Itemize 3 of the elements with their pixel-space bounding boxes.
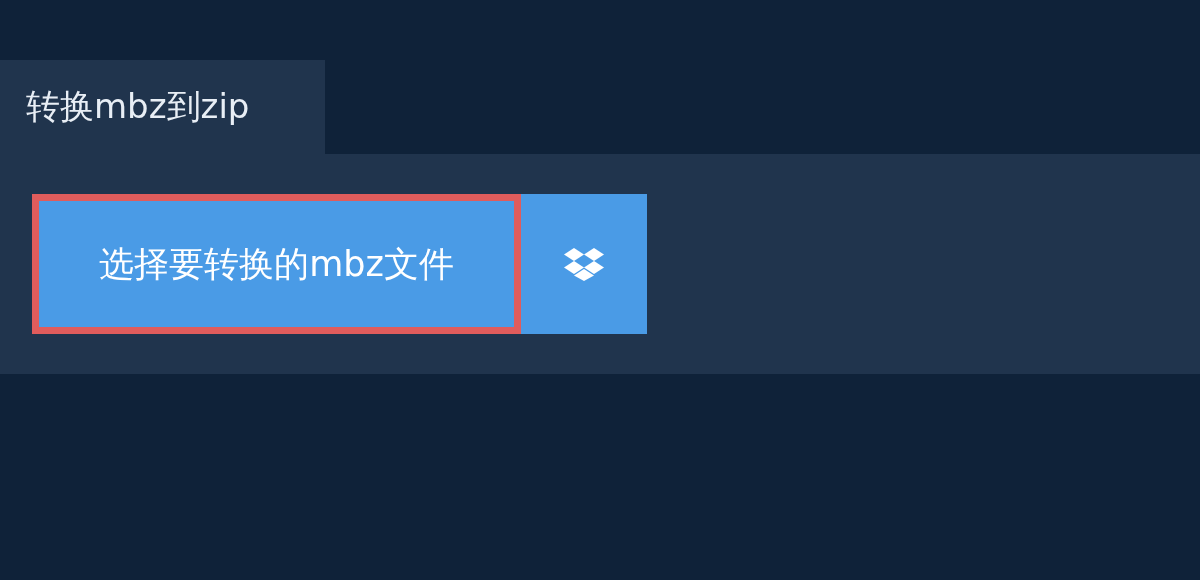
tab[interactable]: 转换mbz到zip <box>0 60 325 154</box>
dropbox-button[interactable] <box>521 194 647 334</box>
dropbox-icon <box>563 246 605 282</box>
